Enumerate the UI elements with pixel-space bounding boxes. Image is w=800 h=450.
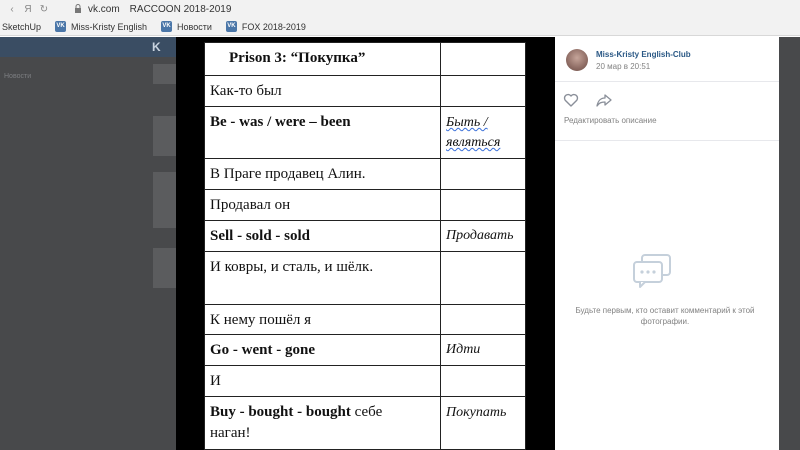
bookmark-fox[interactable]: VK FOX 2018-2019 xyxy=(225,21,306,32)
background-card xyxy=(153,248,177,288)
cell-translation: являться xyxy=(446,135,501,150)
author-name[interactable]: Miss-Kristy English-Club xyxy=(596,50,691,59)
table-row: Продавал он xyxy=(205,190,525,221)
cell-text: Продавал он xyxy=(210,197,291,213)
cell-text: В Праге продавец Алин. xyxy=(210,166,366,182)
document-photo: Prison 3: “Покупка” Как-то был Be - was … xyxy=(204,42,526,450)
cell-translation: Идти xyxy=(446,342,481,357)
cell-text: наган! xyxy=(210,425,251,441)
edit-description-link[interactable]: Редактировать описание xyxy=(564,116,657,125)
bookmark-news[interactable]: VK Новости xyxy=(161,21,212,32)
avatar[interactable] xyxy=(566,49,588,71)
cell-text: К нему пошёл я xyxy=(210,312,312,328)
cell-text: И ковры, и сталь, и шёлк. xyxy=(210,259,374,275)
cell-translation: Покупать xyxy=(446,405,507,420)
vk-logo: K xyxy=(152,40,161,54)
back-icon[interactable]: ‹ xyxy=(4,4,20,15)
background-card xyxy=(153,64,177,84)
table-row: Go - went - gone Идти xyxy=(205,335,525,366)
cell-text: Go - went - gone xyxy=(210,342,315,358)
cell-text: И xyxy=(210,373,221,389)
table-row: В Праге продавец Алин. xyxy=(205,159,525,190)
table-row: Prison 3: “Покупка” xyxy=(205,43,525,76)
background-card xyxy=(153,172,177,228)
table-row: Be - was / were – been Быть / являться xyxy=(205,107,525,159)
browser-address-bar: ‹ Я ↻ vk.com RACCOON 2018-2019 xyxy=(0,0,800,18)
cell-text-rest: себе xyxy=(350,404,383,420)
table-row: Как-то был xyxy=(205,76,525,107)
table-row: К нему пошёл я xyxy=(205,305,525,335)
address-page-title[interactable]: RACCOON 2018-2019 xyxy=(130,4,232,15)
share-icon[interactable] xyxy=(596,92,612,108)
yandex-icon[interactable]: Я xyxy=(20,4,36,15)
cell-translation: Продавать xyxy=(446,228,514,243)
lock-icon xyxy=(74,3,82,15)
table-row: Buy - bought - bought себе наган! Покупа… xyxy=(205,397,525,450)
photo-info-panel xyxy=(555,37,779,450)
reload-icon[interactable]: ↻ xyxy=(36,4,52,15)
address-domain[interactable]: vk.com xyxy=(88,4,120,15)
bookmark-label: FOX 2018-2019 xyxy=(241,21,306,32)
heart-icon[interactable] xyxy=(563,92,579,108)
cell-text: Sell - sold - sold xyxy=(210,228,311,244)
post-date[interactable]: 20 мар в 20:51 xyxy=(596,62,650,71)
bookmarks-bar: SketchUp VK Miss-Kristy English VK Новос… xyxy=(0,18,800,36)
background-menu-item: Новости xyxy=(4,73,32,80)
bookmark-label: Miss-Kristy English xyxy=(71,21,148,32)
table-row: И ковры, и сталь, и шёлк. xyxy=(205,252,525,305)
cell-text: Как-то был xyxy=(210,83,282,99)
bookmark-label: Новости xyxy=(177,21,212,32)
document-title: Prison 3: “Покупка” xyxy=(229,50,366,66)
cell-text-bold: Buy - bought - bought xyxy=(210,404,351,420)
comments-icon xyxy=(631,253,673,289)
cell-translation: Быть / xyxy=(446,115,488,130)
cell-text: Buy - bought - bought себе xyxy=(210,404,382,421)
vk-icon: VK xyxy=(225,21,237,32)
divider xyxy=(555,140,779,141)
table-row: И xyxy=(205,366,525,397)
background-card xyxy=(153,116,177,156)
cell-text: Be - was / were – been xyxy=(210,114,351,130)
empty-comments-text: Будьте первым, кто оставит комментарий к… xyxy=(575,306,755,326)
vk-icon: VK xyxy=(161,21,173,32)
dimmed-page-strip[interactable] xyxy=(779,37,800,450)
bookmark-sketchup[interactable]: SketchUp xyxy=(2,22,41,32)
bookmark-label: SketchUp xyxy=(2,21,42,32)
vk-icon: VK xyxy=(55,21,67,32)
bookmark-miss-kristy[interactable]: VK Miss-Kristy English xyxy=(55,21,147,32)
table-row: Sell - sold - sold Продавать xyxy=(205,221,525,252)
divider xyxy=(555,81,779,82)
